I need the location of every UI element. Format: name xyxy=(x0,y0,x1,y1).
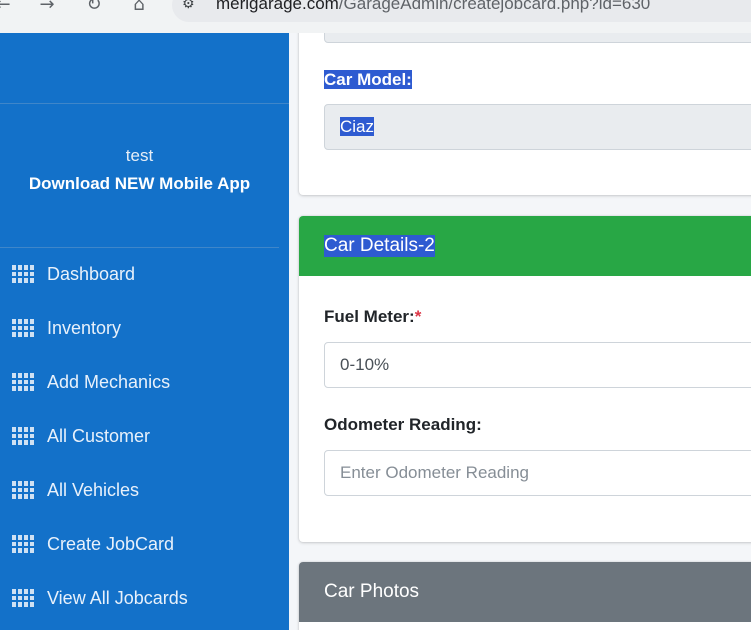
sidebar-item-all-customer[interactable]: All Customer xyxy=(0,409,289,463)
user-panel: test Download NEW Mobile App xyxy=(0,104,279,248)
previous-field-input xyxy=(324,33,751,43)
sidebar-item-label: Inventory xyxy=(47,317,122,338)
forward-arrow-icon[interactable]: → xyxy=(36,0,58,16)
url-host: merigarage.com xyxy=(216,0,339,13)
sidebar-item-dashboard[interactable]: Dashboard xyxy=(0,247,289,301)
sidebar-menu: Dashboard Inventory Add Mechanics All Cu… xyxy=(0,247,289,625)
car-photos-header: Car Photos xyxy=(299,562,751,622)
sidebar-top-band xyxy=(0,33,289,104)
sidebar-item-label: All Customer xyxy=(47,425,151,446)
car-details-2-card: Car Details-2 Fuel Meter:* 0-10% Odomete… xyxy=(299,216,751,542)
odometer-label: Odometer Reading: xyxy=(324,415,482,434)
sidebar: test Download NEW Mobile App Dashboard I… xyxy=(0,33,289,630)
back-arrow-icon[interactable]: ← xyxy=(0,0,14,16)
sidebar-item-add-mechanics[interactable]: Add Mechanics xyxy=(0,355,289,409)
required-marker: * xyxy=(414,307,422,326)
reload-icon[interactable]: ↻ xyxy=(83,0,105,16)
sidebar-item-label: Dashboard xyxy=(47,263,136,284)
browser-toolbar: ← → ↻ ⌂ ⚙ merigarage.com/GarageAdmin/cre… xyxy=(0,0,751,33)
odometer-input[interactable]: Enter Odometer Reading xyxy=(324,450,751,496)
sidebar-item-inventory[interactable]: Inventory xyxy=(0,301,289,355)
car-model-input[interactable]: Ciaz xyxy=(324,104,751,150)
download-app-link[interactable]: Download NEW Mobile App xyxy=(0,174,279,194)
car-photos-card: Car Photos xyxy=(299,562,751,630)
car-model-value: Ciaz xyxy=(340,117,375,136)
grid-icon xyxy=(12,481,34,499)
sidebar-item-label: All Vehicles xyxy=(47,479,140,500)
fuel-meter-select[interactable]: 0-10% xyxy=(324,342,751,388)
fuel-meter-label: Fuel Meter:* xyxy=(324,307,422,326)
grid-icon xyxy=(12,427,34,445)
home-icon[interactable]: ⌂ xyxy=(128,0,150,16)
grid-icon xyxy=(12,265,34,283)
user-name: test xyxy=(125,146,154,165)
car-model-label: Car Model: xyxy=(324,70,412,89)
grid-icon xyxy=(12,535,34,553)
main-content: Car Model: Ciaz Car Details-2 Fuel Meter… xyxy=(289,33,751,630)
sidebar-item-all-vehicles[interactable]: All Vehicles xyxy=(0,463,289,517)
car-details-1-card: Car Model: Ciaz xyxy=(299,33,751,195)
sidebar-item-label: Add Mechanics xyxy=(47,371,171,392)
sidebar-item-label: Create JobCard xyxy=(47,533,175,554)
grid-icon xyxy=(12,589,34,607)
car-details-2-header: Car Details-2 xyxy=(299,216,751,276)
site-info-icon[interactable]: ⚙ xyxy=(182,0,204,14)
url-path: /GarageAdmin/createjobcard.php?id=630 xyxy=(338,0,651,13)
sidebar-item-view-all-jobcards[interactable]: View All Jobcards xyxy=(0,571,289,625)
url-text[interactable]: merigarage.com/GarageAdmin/createjobcard… xyxy=(216,0,650,14)
car-details-2-title: Car Details-2 xyxy=(324,235,435,257)
grid-icon xyxy=(12,373,34,391)
grid-icon xyxy=(12,319,34,337)
sidebar-item-label: View All Jobcards xyxy=(47,587,188,608)
sidebar-item-create-jobcard[interactable]: Create JobCard xyxy=(0,517,289,571)
